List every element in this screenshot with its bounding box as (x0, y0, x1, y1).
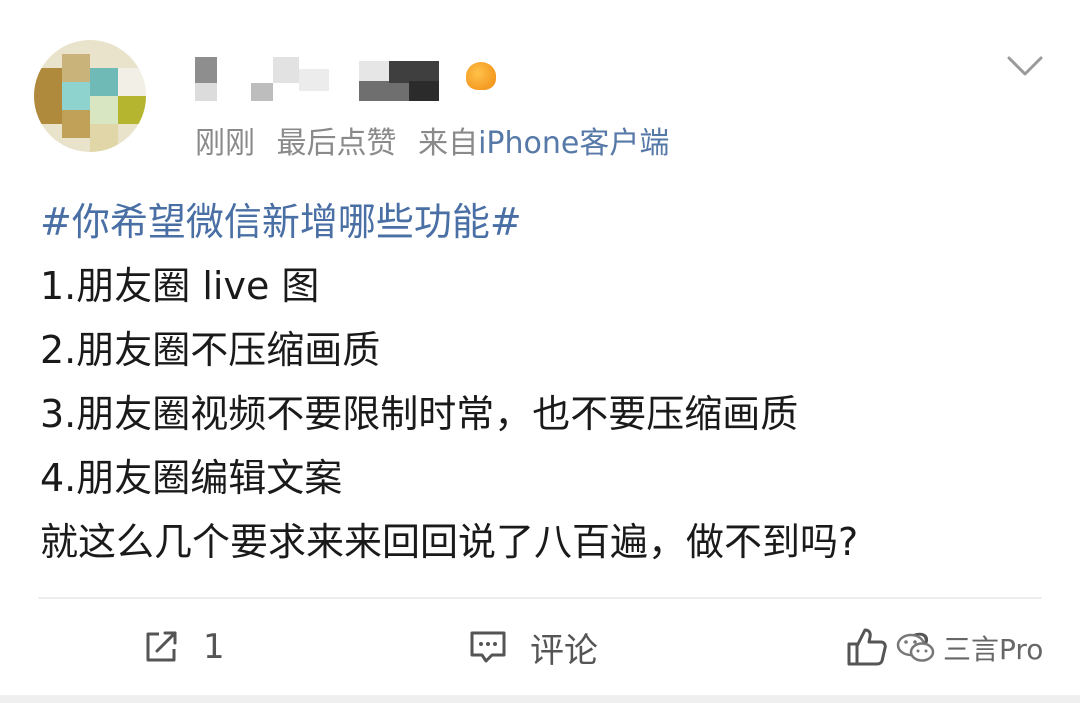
source-prefix: 来自 (418, 126, 479, 161)
avatar-pixel (62, 54, 90, 82)
post-meta: 刚刚 最后点赞 来自iPhone客户端 (195, 118, 669, 161)
comment-label: 评论 (530, 630, 598, 671)
client-link[interactable]: iPhone客户端 (478, 126, 669, 161)
mosaic-block (359, 61, 389, 81)
mosaic-block (195, 83, 217, 101)
avatar[interactable] (34, 40, 146, 152)
bottom-separator (0, 695, 1080, 703)
share-button[interactable]: 1 (143, 620, 225, 674)
content-line: 4.朋友圈编辑文案 (40, 456, 343, 500)
mosaic-block (251, 83, 273, 101)
avatar-pixel (90, 124, 118, 152)
mosaic-block (359, 81, 409, 101)
mosaic-block (195, 57, 217, 83)
mosaic-block (299, 69, 329, 91)
watermark-text: 三言Pro (943, 633, 1044, 666)
mosaic-block (409, 81, 439, 101)
watermark: 三言Pro (895, 628, 1043, 668)
avatar-pixel (90, 96, 118, 124)
comment-button[interactable]: 评论 (468, 620, 598, 674)
content-line: 2.朋友圈不压缩画质 (40, 328, 381, 372)
post-activity: 最后点赞 (276, 126, 397, 161)
mosaic-block (389, 61, 439, 83)
comment-icon (470, 631, 506, 663)
chevron-down-icon[interactable] (1005, 50, 1045, 80)
username-obscured[interactable] (195, 55, 495, 105)
wechat-icon (896, 633, 935, 662)
content-line: 1.朋友圈 live 图 (40, 264, 320, 308)
avatar-pixel (90, 68, 118, 96)
avatar-pixel (118, 68, 146, 96)
thumbs-up-icon (847, 628, 887, 666)
avatar-pixel (62, 110, 90, 138)
divider (38, 597, 1042, 599)
content-line: 就这么几个要求来来回回说了八百遍，做不到吗? (40, 520, 859, 564)
mosaic-block (273, 57, 299, 83)
vip-badge-icon (466, 62, 496, 90)
avatar-pixel (118, 96, 146, 124)
avatar-pixel (34, 68, 62, 124)
post-time: 刚刚 (195, 126, 255, 161)
avatar-pixel (62, 82, 90, 110)
post-content: #你希望微信新增哪些功能# 1.朋友圈 live 图 2.朋友圈不压缩画质 3.… (40, 190, 1050, 574)
share-icon (146, 631, 177, 662)
topic-hashtag[interactable]: #你希望微信新增哪些功能# (40, 190, 1050, 254)
share-count: 1 (203, 627, 225, 667)
post-source: 来自iPhone客户端 (418, 126, 669, 161)
content-line: 3.朋友圈视频不要限制时常，也不要压缩画质 (40, 392, 799, 436)
